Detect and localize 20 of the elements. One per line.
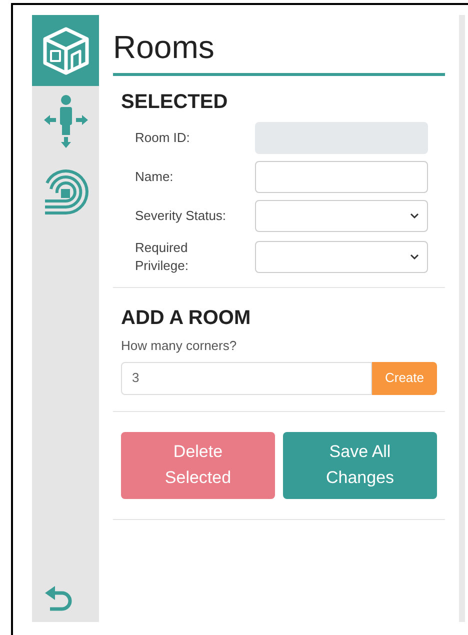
person-arrows-icon [42, 94, 90, 150]
dropdown-field[interactable] [255, 200, 428, 232]
field-label: Name: [135, 168, 174, 186]
field-label: Required Privilege: [135, 239, 190, 275]
create-button[interactable]: Create [372, 362, 437, 394]
dropdown-field[interactable] [255, 241, 428, 273]
section-heading: SELECTED [121, 90, 229, 114]
chevron-down-icon [410, 254, 419, 260]
text-field[interactable] [255, 161, 428, 193]
save-button[interactable]: Save All Changes [283, 432, 437, 498]
chevron-down-icon [410, 213, 419, 219]
field-label: Room ID: [135, 129, 191, 147]
field-label: Severity Status: [135, 207, 228, 225]
corners-field[interactable]: 3 [121, 362, 372, 394]
page-title: Rooms [113, 27, 445, 76]
delete-button[interactable]: Delete Selected [121, 432, 275, 498]
section-heading: ADD A ROOM [121, 306, 252, 330]
back-arrow-icon [44, 585, 72, 611]
sidebar-item[interactable] [32, 15, 99, 86]
corners-prompt: How many corners? [121, 337, 238, 355]
